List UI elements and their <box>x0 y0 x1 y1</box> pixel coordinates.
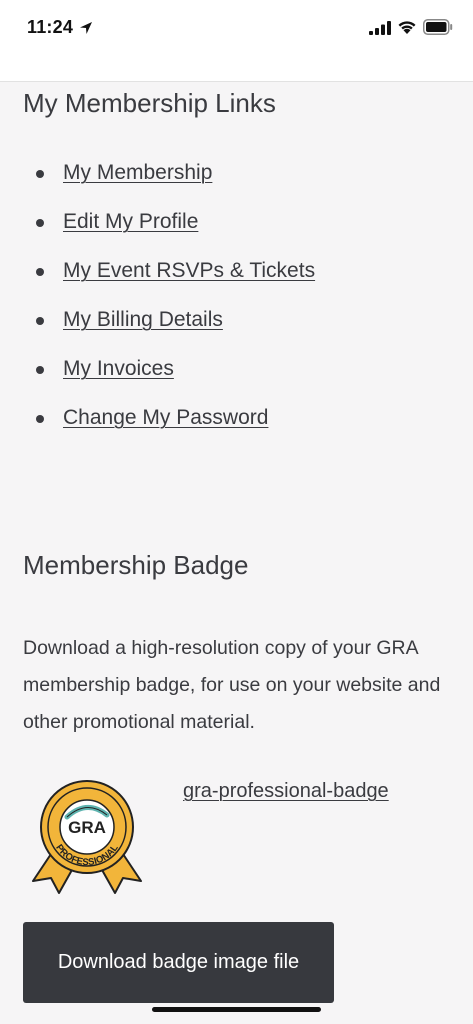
list-item: My Event RSVPs & Tickets <box>23 259 315 308</box>
status-bar: 11:24 <box>0 0 473 82</box>
change-password-link[interactable]: Change My Password <box>63 406 268 429</box>
membership-links-heading: My Membership Links <box>23 88 276 118</box>
billing-details-link[interactable]: My Billing Details <box>63 308 223 331</box>
cellular-signal-icon <box>369 21 391 35</box>
membership-links-list: My Membership Edit My Profile My Event R… <box>23 161 315 455</box>
badge-main-text: GRA <box>68 818 106 837</box>
list-item: Change My Password <box>23 406 315 455</box>
bullet-icon <box>36 317 44 325</box>
bullet-icon <box>36 170 44 178</box>
my-membership-link[interactable]: My Membership <box>63 161 212 184</box>
badge-description: Download a high-resolution copy of your … <box>23 637 441 733</box>
list-item: My Membership <box>23 161 315 210</box>
download-badge-button[interactable]: Download badge image file <box>23 922 334 1003</box>
edit-profile-link[interactable]: Edit My Profile <box>63 210 198 233</box>
location-arrow-icon <box>80 22 92 34</box>
battery-icon <box>423 19 453 35</box>
bullet-icon <box>36 415 44 423</box>
gra-professional-badge-image[interactable]: GRA PROFESSIONAL <box>23 777 151 897</box>
list-item: My Billing Details <box>23 308 315 357</box>
list-item: My Invoices <box>23 357 315 406</box>
bullet-icon <box>36 366 44 374</box>
home-indicator[interactable] <box>152 1007 321 1012</box>
list-item: Edit My Profile <box>23 210 315 259</box>
badge-file-link[interactable]: gra-professional-badge <box>183 780 389 803</box>
bullet-icon <box>36 219 44 227</box>
bullet-icon <box>36 268 44 276</box>
membership-badge-heading: Membership Badge <box>23 550 249 580</box>
event-rsvps-link[interactable]: My Event RSVPs & Tickets <box>63 259 315 282</box>
wifi-icon <box>398 21 416 34</box>
invoices-link[interactable]: My Invoices <box>63 357 174 380</box>
status-time: 11:24 <box>27 17 74 37</box>
